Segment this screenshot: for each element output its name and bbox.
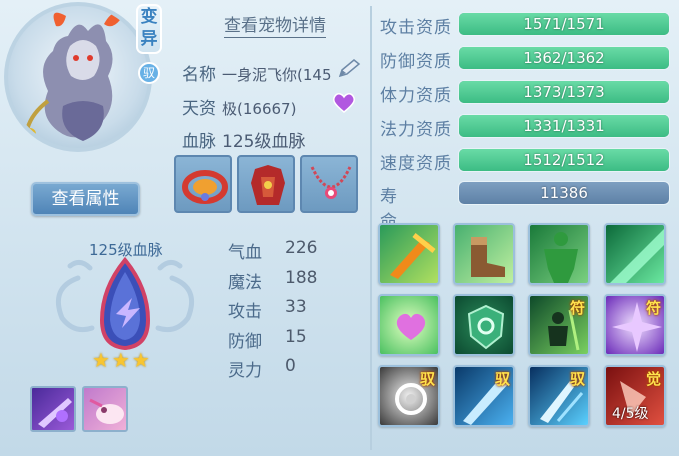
- skill-11[interactable]: 驭: [528, 365, 590, 427]
- stat-defense: 防御 15: [228, 327, 307, 352]
- stat-value: 33: [285, 297, 307, 317]
- skill-5[interactable]: [378, 294, 440, 356]
- stat-mp: 魔法 188: [228, 268, 317, 293]
- aptitude-value: 1331/1331: [523, 117, 605, 135]
- skill-9[interactable]: 驭: [378, 365, 440, 427]
- awaken-tag: 觉: [645, 370, 661, 388]
- stat-label: 攻击: [228, 302, 262, 322]
- necklace-icon: [310, 166, 352, 199]
- view-pet-details-link[interactable]: 查看宠物详情: [224, 11, 326, 38]
- aptitude-value: 1571/1571: [523, 15, 605, 33]
- light-ray-skill-icon: [610, 229, 664, 283]
- aptitude-label: 速度资质: [380, 154, 452, 174]
- skill-1[interactable]: [378, 223, 440, 285]
- aptitude-bar: 1373/1373: [458, 80, 670, 104]
- aptitude-bar: 1331/1331: [458, 114, 670, 138]
- pet-avatar[interactable]: [4, 2, 152, 152]
- skill-6[interactable]: [453, 294, 515, 356]
- bloodline-stars: ★★★: [92, 348, 152, 372]
- tame-tag: 驭: [419, 370, 435, 388]
- tame-badge: 驭: [138, 62, 160, 84]
- slash-skill-icon: [38, 398, 72, 428]
- variant-badge: 变异: [136, 4, 162, 54]
- skill-3[interactable]: [528, 223, 590, 285]
- pet-talent-value: 极(16667): [222, 100, 297, 118]
- pet-talent-row: 天资 极(16667): [182, 94, 296, 119]
- equip-slot-necklace[interactable]: [300, 155, 358, 213]
- stat-attack: 攻击 33: [228, 297, 307, 322]
- aptitude-speed: 速度资质 1512/1512: [380, 148, 670, 174]
- armor-icon: [251, 165, 285, 205]
- heart-icon[interactable]: [332, 92, 356, 114]
- pet-name-row: 名称 一身泥飞你(145: [182, 60, 331, 85]
- aptitude-value: 1512/1512: [523, 151, 605, 169]
- strongman-skill-icon: [544, 232, 578, 283]
- aptitude-magic: 法力资质 1331/1331: [380, 114, 670, 140]
- skill-2[interactable]: [453, 223, 515, 285]
- equip-slot-collar[interactable]: [174, 155, 232, 213]
- talisman-tag: 符: [645, 299, 661, 317]
- aptitude-label: 体力资质: [380, 86, 452, 106]
- stat-label: 灵力: [228, 361, 262, 381]
- awaken-level: 4/5级: [612, 406, 649, 422]
- stat-value: 226: [285, 238, 318, 258]
- stat-label: 防御: [228, 332, 262, 352]
- aptitude-bar: 1571/1571: [458, 12, 670, 36]
- aptitude-label: 攻击资质: [380, 18, 452, 38]
- life-row: 寿命 11386: [380, 181, 670, 232]
- talisman-tag: 符: [569, 299, 585, 317]
- creature-skill-icon: [89, 398, 124, 424]
- skill-8[interactable]: 符: [604, 294, 666, 356]
- shield-skill-icon: [467, 304, 505, 350]
- boot-skill-icon: [471, 237, 505, 277]
- skill-12[interactable]: 觉 4/5级: [604, 365, 666, 427]
- aptitude-value: 1373/1373: [523, 83, 605, 101]
- pet-name-label: 名称: [182, 65, 216, 85]
- collar-icon: [182, 170, 228, 204]
- stat-label: 气血: [228, 243, 262, 263]
- aptitude-bar: 1512/1512: [458, 148, 670, 172]
- bloodline-skill-2[interactable]: [82, 386, 128, 432]
- pet-name-value: 一身泥飞你(145: [222, 66, 332, 84]
- aptitude-value: 1362/1362: [523, 49, 605, 67]
- pet-talent-label: 天资: [182, 99, 216, 119]
- stat-hp: 气血 226: [228, 238, 317, 263]
- heart-shield-skill-icon: [396, 313, 426, 340]
- aptitude-stamina: 体力资质 1373/1373: [380, 80, 670, 106]
- pet-bloodline-row: 血脉 125级血脉: [182, 127, 305, 152]
- skill-4[interactable]: [604, 223, 666, 285]
- life-bar: 11386: [458, 181, 670, 205]
- stat-label: 魔法: [228, 273, 262, 293]
- skill-10[interactable]: 驭: [453, 365, 515, 427]
- aptitude-attack: 攻击资质 1571/1571: [380, 12, 670, 38]
- view-attributes-button[interactable]: 查看属性: [31, 182, 140, 216]
- stat-value: 15: [285, 327, 307, 347]
- rename-pencil-icon[interactable]: [336, 58, 362, 80]
- stat-value: 0: [285, 356, 296, 376]
- sword-skill-icon: [390, 233, 436, 279]
- aptitude-label: 防御资质: [380, 52, 452, 72]
- tame-tag: 驭: [494, 370, 510, 388]
- equip-slot-armor[interactable]: [237, 155, 295, 213]
- life-value: 11386: [540, 184, 588, 202]
- tame-tag: 驭: [569, 370, 585, 388]
- panel-divider: [370, 6, 372, 450]
- stat-value: 188: [285, 268, 318, 288]
- aptitude-defense: 防御资质 1362/1362: [380, 46, 670, 72]
- pet-bloodline-value: 125级血脉: [222, 132, 306, 152]
- pet-bloodline-label: 血脉: [182, 132, 216, 152]
- stat-spirit: 灵力 0: [228, 356, 296, 381]
- bloodline-skill-1[interactable]: [30, 386, 76, 432]
- aptitude-bar: 1362/1362: [458, 46, 670, 70]
- skill-7[interactable]: 符: [528, 294, 590, 356]
- aptitude-label: 法力资质: [380, 120, 452, 140]
